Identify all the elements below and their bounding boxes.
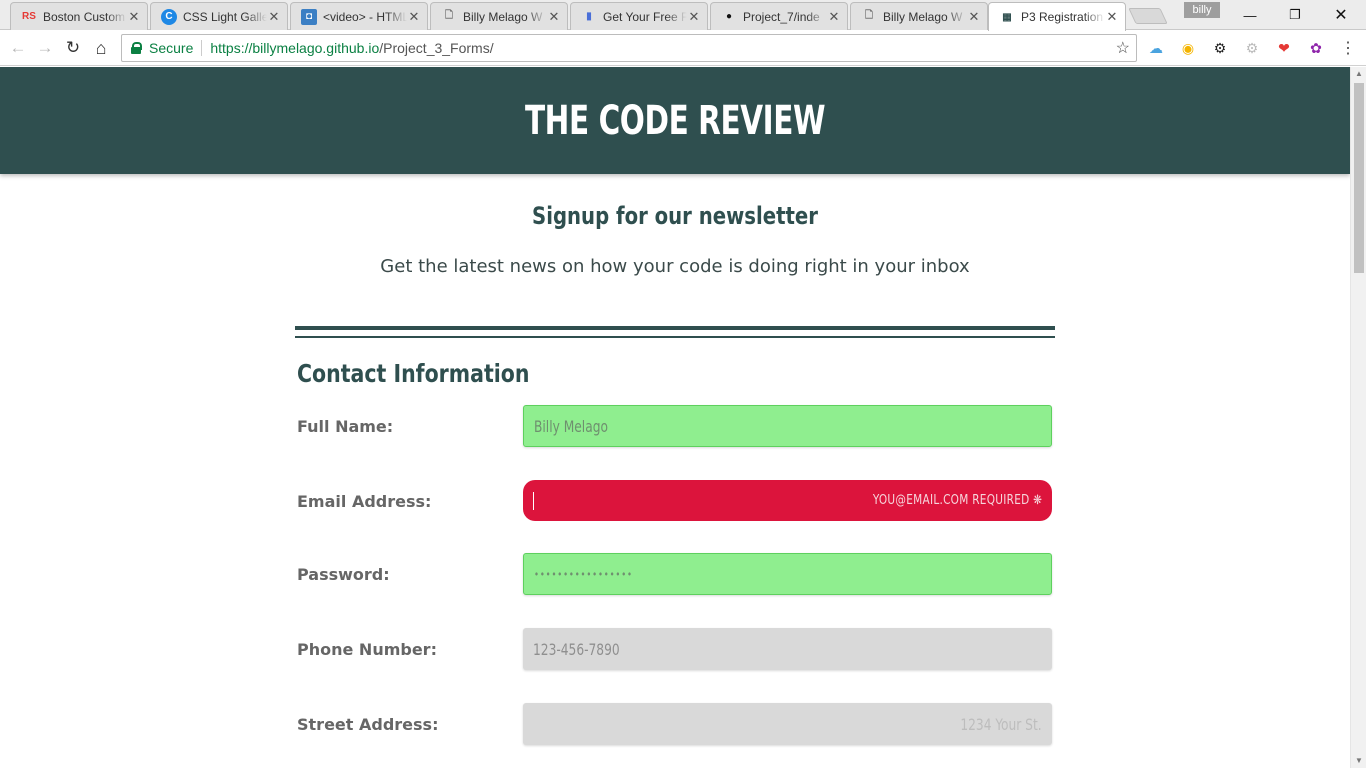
email-required-message: YOU@EMAIL.COM REQUIRED ❋ [872,493,1042,508]
tab-title: Boston Custom [43,9,126,24]
close-tab-icon[interactable]: ✕ [967,9,981,25]
cloud-extension-icon[interactable]: ☁ [1146,38,1166,58]
tab-billy-melago-1[interactable]: 🗋 Billy Melago W ✕ [430,2,568,30]
divider [201,40,203,56]
tab-get-your-free[interactable]: ▮ Get Your Free F ✕ [570,2,708,30]
section-divider [295,326,1055,338]
close-tab-icon[interactable]: ✕ [827,9,841,25]
street-address-input[interactable]: 1234 Your St. [523,703,1052,745]
tab-project-7[interactable]: ● Project_7/inde ✕ [710,2,848,30]
tab-title: CSS Light Galle [183,9,267,24]
close-tab-icon[interactable]: ✕ [267,9,281,25]
mdn-favicon-icon: ◘ [301,8,317,25]
contact-information-heading: Contact Information [297,359,530,388]
password-value: ••••••••••••••••• [534,567,633,581]
bookmark-favicon-icon: ▮ [586,11,592,22]
tab-boston-custom[interactable]: RS Boston Custom ✕ [10,2,148,30]
close-window-icon[interactable]: ✕ [1318,0,1364,30]
tab-title: Billy Melago W [463,9,543,24]
site-title: THE CODE REVIEW [524,97,826,144]
home-icon[interactable]: ⌂ [89,36,113,60]
scrollbar-thumb[interactable] [1354,83,1364,273]
page-viewport: THE CODE REVIEW Signup for our newslette… [0,67,1350,768]
newsletter-heading: Signup for our newsletter [532,202,818,230]
scroll-down-arrow-icon[interactable]: ▼ [1351,754,1366,768]
tab-p3-registration[interactable]: ▦ P3 Registration ✕ [988,2,1126,31]
github-favicon-icon: ● [725,11,733,22]
phone-input[interactable]: 123-456-7890 [523,628,1052,670]
close-tab-icon[interactable]: ✕ [127,9,141,25]
c-favicon-icon: C [161,8,177,25]
close-tab-icon[interactable]: ✕ [547,9,561,25]
password-input[interactable]: ••••••••••••••••• [523,553,1052,595]
lock-icon [131,42,142,54]
close-tab-icon[interactable]: ✕ [407,9,421,25]
gear-extension-icon[interactable]: ⚙ [1210,38,1230,58]
settings-extension-icon[interactable]: ⚙ [1242,38,1262,58]
forward-arrow-icon[interactable]: → [33,36,57,60]
intro: Signup for our newsletter Get the latest… [0,202,1350,277]
close-tab-icon[interactable]: ✕ [687,9,701,25]
document-favicon-icon: 🗋 [444,10,454,21]
tab-title: <video> - HTML [323,9,407,24]
tab-css-light-gallery[interactable]: C CSS Light Galle ✕ [150,2,288,30]
full-name-input[interactable]: Billy Melago [523,405,1052,447]
url-host: https://billymelago.github.io [210,40,380,56]
scroll-up-arrow-icon[interactable]: ▲ [1351,67,1366,81]
palette-extension-icon[interactable]: ✿ [1306,38,1326,58]
color-extension-icon[interactable]: ❤ [1274,38,1294,58]
minimize-icon[interactable]: — [1227,0,1273,30]
url-path: /Project_3_Forms/ [379,40,494,56]
bookmark-star-icon[interactable]: ☆ [1116,38,1130,58]
rs-favicon-icon: RS [22,11,36,22]
browser-toolbar: ← → ↻ ⌂ Secure https://billymelago.githu… [0,30,1366,66]
tab-billy-melago-2[interactable]: 🗋 Billy Melago W ✕ [850,2,988,30]
site-header: THE CODE REVIEW [0,67,1350,174]
email-label: Email Address: [297,492,432,511]
address-bar[interactable]: Secure https://billymelago.github.io /Pr… [121,34,1137,62]
full-name-value: Billy Melago [534,416,608,436]
secure-label: Secure [149,40,194,56]
reload-icon[interactable]: ↻ [61,36,85,60]
full-name-label: Full Name: [297,417,394,436]
tab-title: Get Your Free F [603,9,687,24]
tab-video-html[interactable]: ◘ <video> - HTML ✕ [290,2,428,30]
phone-label: Phone Number: [297,640,437,659]
phone-placeholder: 123-456-7890 [533,639,620,659]
chrome-extension-icon[interactable]: ◉ [1178,38,1198,58]
document-favicon-icon: 🗋 [864,10,874,21]
street-address-label: Street Address: [297,715,439,734]
new-tab-button[interactable] [1128,8,1168,24]
page-scrollbar[interactable]: ▲ ▼ [1350,67,1366,768]
tab-title: P3 Registration [1021,10,1104,24]
site-favicon-icon: ▦ [1002,11,1012,23]
profile-badge[interactable]: billy [1184,2,1220,18]
tab-strip: RS Boston Custom ✕ C CSS Light Galle ✕ ◘… [0,0,1366,31]
tab-title: Billy Melago W [883,9,963,24]
back-arrow-icon[interactable]: ← [6,36,30,60]
newsletter-subheading: Get the latest news on how your code is … [380,256,970,277]
tab-title: Project_7/inde [743,9,820,24]
street-address-placeholder: 1234 Your St. [960,714,1042,734]
menu-dots-icon[interactable]: ⋮ [1338,38,1358,58]
restore-icon[interactable]: ❐ [1272,0,1318,30]
email-input[interactable]: YOU@EMAIL.COM REQUIRED ❋ [523,480,1052,521]
close-tab-icon[interactable]: ✕ [1105,9,1119,25]
text-caret [533,491,534,510]
password-label: Password: [297,565,390,584]
